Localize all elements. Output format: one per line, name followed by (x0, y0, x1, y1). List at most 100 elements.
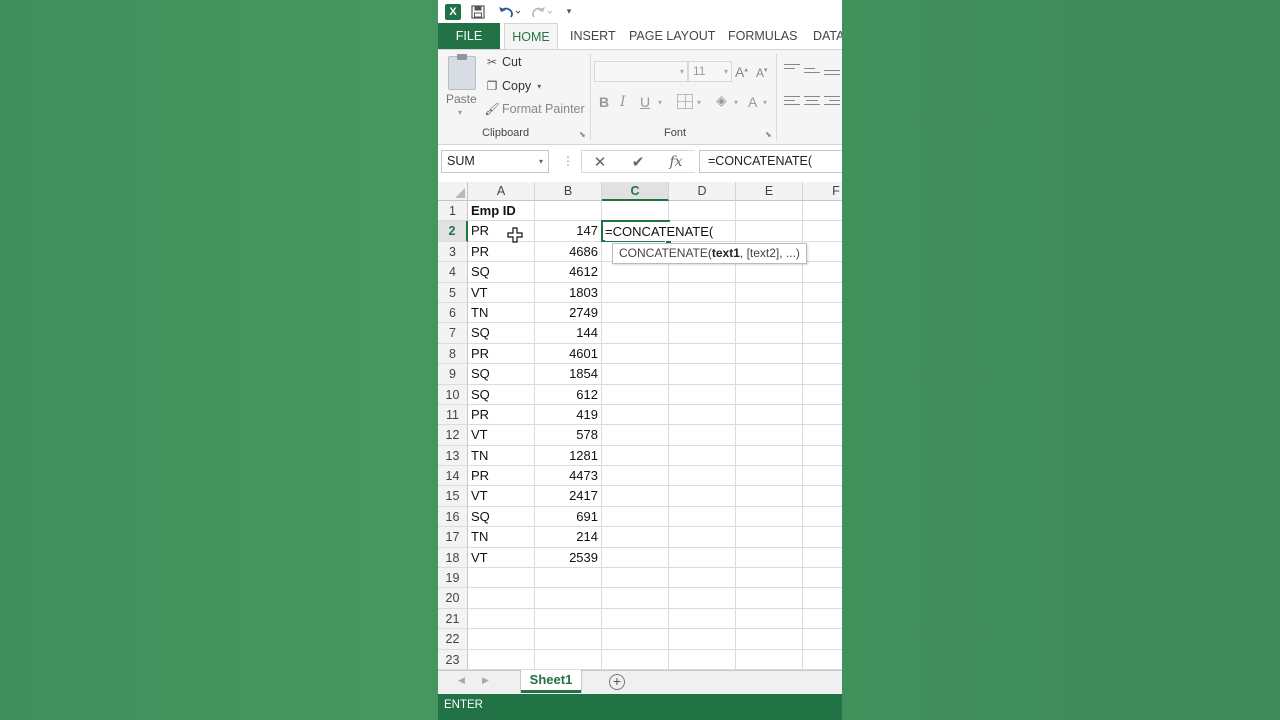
cell-f[interactable] (803, 507, 842, 528)
column-header-e[interactable]: E (736, 182, 803, 201)
cell-d[interactable] (669, 506, 736, 528)
active-cell-editor[interactable]: =CONCATENATE( (605, 222, 716, 241)
column-header-f[interactable]: F (803, 182, 842, 201)
cell-d[interactable] (669, 547, 736, 569)
cell-c[interactable] (602, 262, 669, 283)
cell-d[interactable] (669, 282, 736, 303)
cell-f[interactable] (803, 364, 842, 385)
shrink-font-icon[interactable]: A▾ (756, 66, 768, 80)
sheet-tab-sheet1[interactable]: Sheet1 (521, 670, 581, 693)
cell-f[interactable] (803, 303, 842, 324)
cell-c[interactable] (602, 343, 669, 365)
cell-a[interactable]: Emp ID (468, 201, 535, 222)
column-header-b[interactable]: B (535, 182, 602, 201)
cell-f[interactable] (803, 548, 842, 569)
cell-b[interactable]: 419 (535, 404, 602, 426)
cell-b[interactable]: 1803 (535, 282, 602, 303)
tab-data[interactable]: DATA (813, 23, 842, 49)
copy-button[interactable]: ❐ Copy ▾ (484, 79, 542, 93)
sheet-prev-icon[interactable]: ◀ (458, 675, 465, 686)
cell-e[interactable] (736, 282, 803, 303)
cell-d[interactable] (669, 323, 736, 344)
bold-button[interactable]: B (599, 94, 609, 110)
cell-b[interactable]: 4601 (535, 343, 602, 365)
function-tooltip[interactable]: CONCATENATE(text1, [text2], ...) (612, 243, 807, 264)
cell-c[interactable] (602, 588, 669, 609)
cell-b[interactable]: 1281 (535, 445, 602, 467)
cell-c[interactable] (602, 425, 669, 446)
cell-f[interactable] (803, 609, 842, 630)
cell-b[interactable]: 4612 (535, 262, 602, 283)
cell-d[interactable] (669, 568, 736, 589)
cell-d[interactable] (669, 608, 736, 630)
row-header[interactable]: 13 (438, 445, 468, 467)
cell-a[interactable]: SQ (468, 364, 535, 385)
cell-e[interactable] (736, 302, 803, 324)
customize-toolbar-icon[interactable]: ▾ (562, 0, 576, 23)
cell-d[interactable] (669, 404, 736, 426)
cell-d[interactable] (669, 201, 736, 222)
cell-b[interactable]: 1854 (535, 364, 602, 385)
align-center-icon[interactable] (804, 96, 820, 108)
undo-icon[interactable] (496, 0, 522, 23)
cell-d[interactable] (669, 302, 736, 324)
row-header[interactable]: 9 (438, 364, 468, 385)
cell-b[interactable] (535, 588, 602, 609)
name-box[interactable]: SUM ▾ (441, 150, 549, 173)
tab-page-layout[interactable]: PAGE LAYOUT (629, 23, 715, 49)
cell-f[interactable] (803, 466, 842, 487)
formula-input[interactable]: =CONCATENATE( (699, 150, 842, 173)
row-header[interactable]: 12 (438, 425, 468, 446)
font-color-button[interactable]: A (748, 94, 757, 110)
row-header[interactable]: 14 (438, 466, 468, 487)
sheet-next-icon[interactable]: ▶ (482, 675, 489, 686)
cell-d[interactable] (669, 343, 736, 365)
cell-c[interactable] (602, 547, 669, 569)
cell-f[interactable] (803, 629, 842, 650)
fill-color-icon[interactable]: ◈ (716, 92, 727, 109)
row-header[interactable]: 4 (438, 262, 468, 283)
font-name-select[interactable]: ▾ (594, 61, 688, 82)
cell-a[interactable]: VT (468, 486, 535, 507)
row-header[interactable]: 21 (438, 608, 468, 630)
row-header[interactable]: 22 (438, 629, 468, 650)
cell-e[interactable] (736, 547, 803, 569)
cell-b[interactable]: 578 (535, 425, 602, 446)
cell-f[interactable] (803, 201, 842, 222)
cell-a[interactable]: SQ (468, 384, 535, 405)
clipboard-launcher-icon[interactable]: ⬊ (579, 130, 586, 139)
cell-c[interactable] (602, 608, 669, 630)
cell-b[interactable]: 2417 (535, 486, 602, 507)
cell-c[interactable] (602, 527, 669, 548)
cell-f[interactable] (803, 385, 842, 405)
cell-b[interactable] (535, 629, 602, 650)
cell-c[interactable] (602, 201, 669, 222)
cell-e[interactable] (736, 466, 803, 487)
cell-b[interactable] (535, 608, 602, 630)
cell-e[interactable] (736, 629, 803, 650)
cell-b[interactable] (535, 568, 602, 589)
worksheet-grid[interactable]: A B C D E F 1 Emp ID 2 PR 147 3 PR 4686 4 SQ 4612 5… (438, 182, 842, 670)
cell-a[interactable]: VT (468, 425, 535, 446)
cell-b[interactable]: 214 (535, 527, 602, 548)
tab-home[interactable]: HOME (504, 23, 558, 50)
cell-e[interactable] (736, 568, 803, 589)
row-header[interactable]: 7 (438, 323, 468, 344)
cell-d[interactable] (669, 486, 736, 507)
cell-f[interactable] (803, 527, 842, 548)
copy-dropdown-icon[interactable]: ▾ (537, 82, 541, 91)
cell-c[interactable] (602, 629, 669, 650)
underline-button[interactable]: U (640, 94, 650, 110)
cell-c[interactable] (602, 568, 669, 589)
tab-insert[interactable]: INSERT (570, 23, 616, 49)
cell-e[interactable] (736, 527, 803, 548)
cell-a[interactable]: PR (468, 241, 535, 263)
formula-bar-splitter-icon[interactable]: ⋮ (562, 154, 574, 168)
cell-a[interactable]: VT (468, 282, 535, 303)
cell-a[interactable]: SQ (468, 506, 535, 528)
row-header[interactable]: 20 (438, 588, 468, 609)
cell-f[interactable] (803, 262, 842, 283)
paste-dropdown-icon[interactable]: ▾ (458, 108, 462, 117)
cell-b[interactable]: 612 (535, 384, 602, 405)
cell-d[interactable] (669, 466, 736, 487)
